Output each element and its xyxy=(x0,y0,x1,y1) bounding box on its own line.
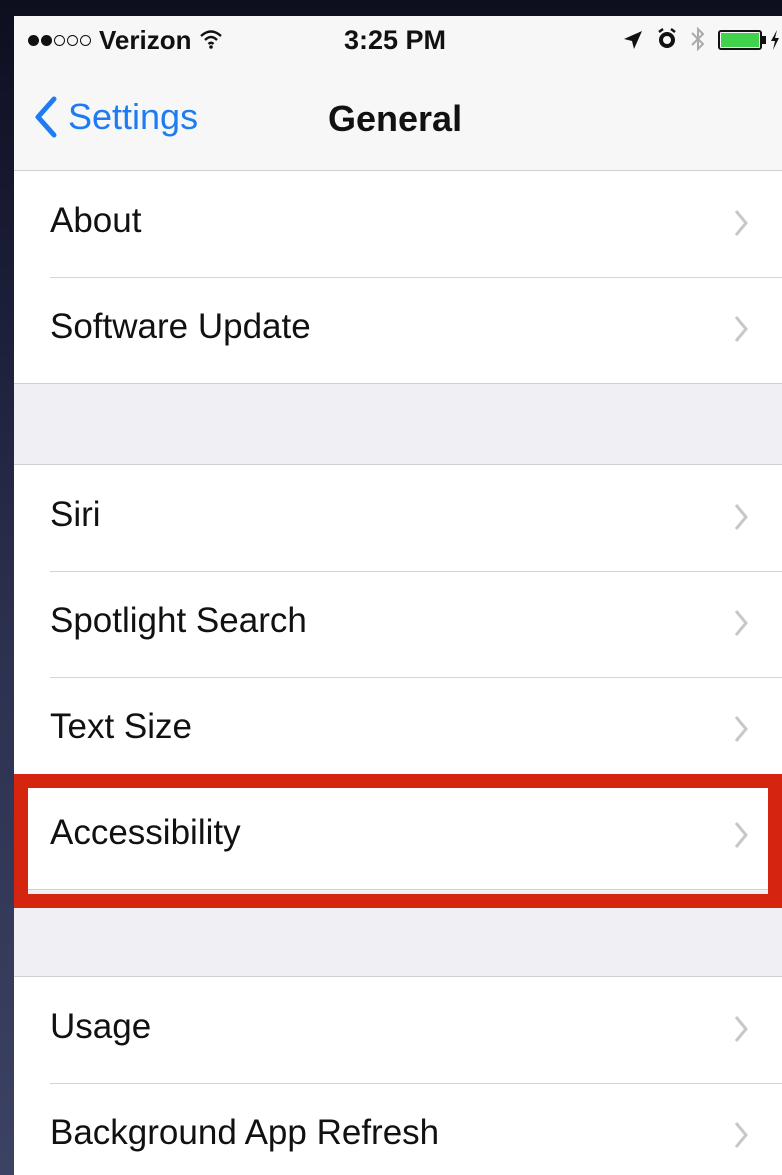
settings-row-background-app-refresh[interactable]: Background App Refresh xyxy=(14,1083,782,1175)
settings-group-1: About Software Update xyxy=(14,170,782,384)
chevron-right-icon xyxy=(734,610,748,636)
status-left: Verizon xyxy=(28,25,223,56)
back-button[interactable]: Settings xyxy=(34,96,198,138)
alarm-icon xyxy=(656,27,678,58)
chevron-right-icon xyxy=(734,316,748,342)
carrier-name: Verizon xyxy=(99,25,192,55)
settings-group-2: Siri Spotlight Search Text Size Accessib… xyxy=(14,464,782,890)
row-label: About xyxy=(50,201,142,240)
bluetooth-icon xyxy=(690,26,706,59)
status-bar: Verizon 3:25 PM xyxy=(14,16,782,64)
page-title: General xyxy=(328,98,463,139)
chevron-right-icon xyxy=(734,504,748,530)
row-label: Accessibility xyxy=(50,813,241,852)
settings-group-3: Usage Background App Refresh xyxy=(14,976,782,1175)
back-button-label: Settings xyxy=(68,96,199,137)
chevron-right-icon xyxy=(734,716,748,742)
signal-strength-icon xyxy=(28,35,93,46)
status-time: 3:25 PM xyxy=(344,25,447,55)
row-label: Spotlight Search xyxy=(50,601,307,640)
settings-row-accessibility[interactable]: Accessibility xyxy=(14,783,782,889)
row-label: Siri xyxy=(50,495,101,534)
location-arrow-icon xyxy=(622,27,644,58)
chevron-right-icon xyxy=(734,822,748,848)
status-right xyxy=(610,26,780,59)
settings-row-text-size[interactable]: Text Size xyxy=(14,677,782,783)
row-label: Usage xyxy=(50,1007,152,1046)
charging-icon xyxy=(770,27,780,58)
chevron-left-icon xyxy=(35,96,57,138)
row-label: Text Size xyxy=(50,707,192,746)
settings-row-spotlight-search[interactable]: Spotlight Search xyxy=(14,571,782,677)
chevron-right-icon xyxy=(734,1016,748,1042)
row-label: Background App Refresh xyxy=(50,1113,440,1152)
navigation-bar: Settings General xyxy=(14,64,782,172)
row-label: Software Update xyxy=(50,307,311,346)
settings-row-usage[interactable]: Usage xyxy=(14,977,782,1083)
wifi-icon xyxy=(199,25,223,56)
settings-row-siri[interactable]: Siri xyxy=(14,465,782,571)
chevron-right-icon xyxy=(734,1122,748,1148)
phone-screen: Verizon 3:25 PM Settings General About S… xyxy=(14,16,782,1175)
chevron-right-icon xyxy=(734,210,748,236)
settings-row-software-update[interactable]: Software Update xyxy=(14,277,782,383)
settings-row-about[interactable]: About xyxy=(14,171,782,277)
battery-icon xyxy=(718,27,768,58)
